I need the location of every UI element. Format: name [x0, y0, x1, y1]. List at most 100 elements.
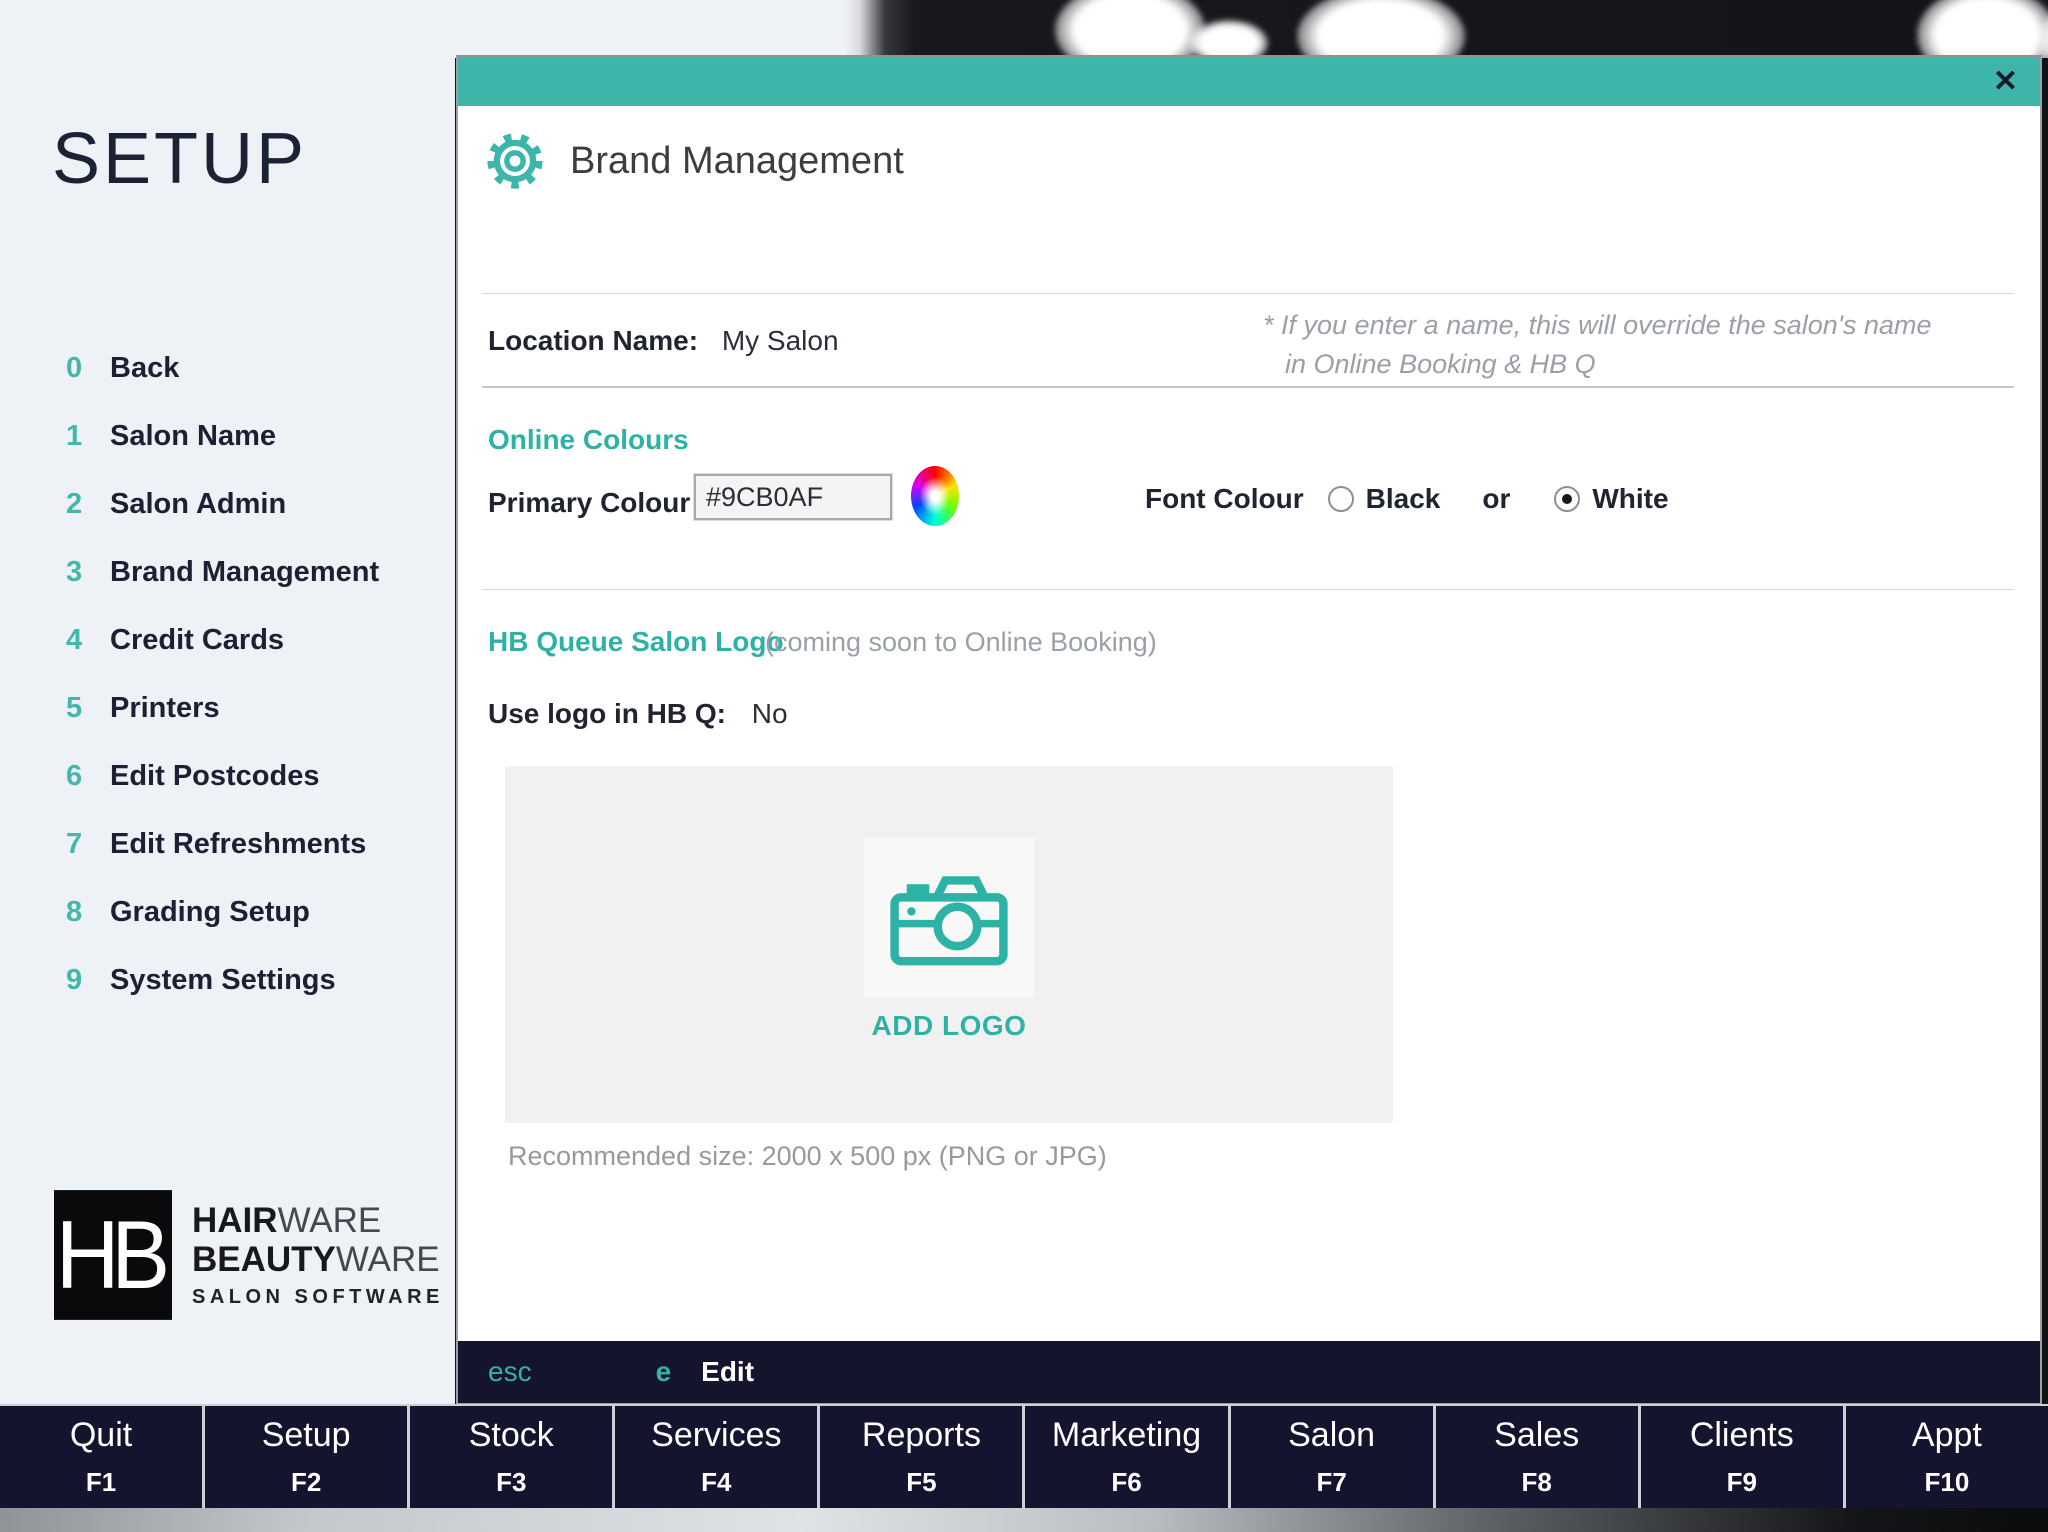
dialog-body: Brand Management Location Name: My Salon…	[458, 106, 2040, 1341]
font-colour-black-radio[interactable]	[1328, 486, 1354, 512]
menu-item-number: 3	[66, 556, 110, 589]
menu-item-number: 1	[66, 420, 110, 453]
colour-wheel-icon[interactable]	[911, 466, 959, 526]
menu-item-number: 4	[66, 624, 110, 657]
taskbar-button-label: Services	[651, 1416, 781, 1455]
primary-colour-hex-input[interactable]	[694, 474, 892, 520]
camera-icon	[888, 868, 1010, 968]
edit-action-label[interactable]: Edit	[701, 1356, 754, 1388]
taskbar-button-label: Salon	[1288, 1416, 1375, 1455]
menu-item-label: Brand Management	[110, 556, 379, 589]
function-key-taskbar: Quit F1 Setup F2 Stock F3 Services F4 Re…	[0, 1404, 2048, 1508]
menu-item-label: Salon Name	[110, 420, 276, 453]
menu-item-label: Printers	[110, 692, 220, 725]
taskbar-button-label: Marketing	[1052, 1416, 1201, 1455]
override-note: * If you enter a name, this will overrid…	[1263, 306, 1932, 384]
override-note-line2: in Online Booking & HB Q	[1285, 345, 1932, 384]
taskbar-button-key: F3	[496, 1467, 526, 1498]
taskbar-button-label: Appt	[1912, 1416, 1982, 1455]
sidebar-menu-item[interactable]: 4 Credit Cards	[66, 624, 379, 692]
towel-image	[1917, 0, 2048, 58]
taskbar-button-key: F2	[291, 1467, 321, 1498]
taskbar-button-label: Setup	[262, 1416, 351, 1455]
taskbar-button[interactable]: Services F4	[615, 1406, 817, 1508]
divider	[482, 386, 2014, 388]
sidebar-menu-item[interactable]: 3 Brand Management	[66, 556, 379, 624]
taskbar-button[interactable]: Salon F7	[1231, 1406, 1433, 1508]
esc-key-hint[interactable]: esc	[488, 1356, 532, 1388]
taskbar-button[interactable]: Clients F9	[1641, 1406, 1843, 1508]
menu-item-number: 2	[66, 488, 110, 521]
menu-item-number: 8	[66, 896, 110, 929]
taskbar-button-label: Quit	[70, 1416, 132, 1455]
coming-soon-note: (coming soon to Online Booking)	[765, 627, 1157, 658]
recommended-size-note: Recommended size: 2000 x 500 px (PNG or …	[508, 1141, 1107, 1172]
camera-icon-halo	[864, 838, 1034, 998]
or-label: or	[1482, 483, 1510, 515]
taskbar-button[interactable]: Marketing F6	[1025, 1406, 1227, 1508]
taskbar-button-key: F7	[1316, 1467, 1346, 1498]
taskbar-button[interactable]: Setup F2	[205, 1406, 407, 1508]
font-colour-label: Font Colour	[1145, 483, 1304, 515]
add-logo-label: ADD LOGO	[872, 1010, 1027, 1042]
sidebar-menu-item[interactable]: 8 Grading Setup	[66, 896, 379, 964]
gear-icon	[486, 132, 544, 190]
taskbar-button[interactable]: Quit F1	[0, 1406, 202, 1508]
override-note-line1: * If you enter a name, this will overrid…	[1263, 306, 1932, 345]
use-logo-label: Use logo in HB Q:	[488, 698, 726, 729]
menu-item-number: 0	[66, 352, 110, 385]
taskbar-button[interactable]: Stock F3	[410, 1406, 612, 1508]
use-logo-row: Use logo in HB Q: No	[488, 698, 788, 730]
font-colour-black-label[interactable]: Black	[1366, 483, 1441, 515]
setup-menu: 0 Back 1 Salon Name 2 Salon Admin 3 Bran…	[66, 352, 379, 1032]
add-logo-dropzone[interactable]: ADD LOGO	[505, 766, 1393, 1123]
taskbar-button-label: Reports	[862, 1416, 981, 1455]
sidebar-menu-item[interactable]: 5 Printers	[66, 692, 379, 760]
menu-item-label: Edit Postcodes	[110, 760, 320, 793]
font-colour-row: Font Colour Black or White	[1145, 483, 1669, 515]
brand-text: HAIRWARE BEAUTYWARE SALON SOFTWARE	[192, 1201, 444, 1309]
font-colour-white-label[interactable]: White	[1592, 483, 1668, 515]
taskbar-button-key: F9	[1727, 1467, 1757, 1498]
sidebar-menu-item[interactable]: 9 System Settings	[66, 964, 379, 1032]
towel-image	[1190, 20, 1268, 58]
taskbar-button-label: Sales	[1494, 1416, 1579, 1455]
divider	[482, 589, 2014, 590]
taskbar-button[interactable]: Appt F10	[1846, 1406, 2048, 1508]
menu-item-label: Credit Cards	[110, 624, 284, 657]
dialog-footer-bar: esc e Edit	[458, 1341, 2040, 1403]
taskbar-button-label: Clients	[1690, 1416, 1794, 1455]
taskbar-button-key: F5	[906, 1467, 936, 1498]
edit-key-hint[interactable]: e	[656, 1356, 672, 1388]
towel-image	[1055, 0, 1205, 58]
taskbar-button[interactable]: Reports F5	[820, 1406, 1022, 1508]
menu-item-number: 7	[66, 828, 110, 861]
dialog-titlebar: ✕	[458, 58, 2040, 106]
menu-item-label: Back	[110, 352, 179, 385]
sidebar-menu-item[interactable]: 0 Back	[66, 352, 379, 420]
taskbar-button-key: F6	[1111, 1467, 1141, 1498]
menu-item-number: 9	[66, 964, 110, 997]
sidebar-menu-item[interactable]: 2 Salon Admin	[66, 488, 379, 556]
sidebar-menu-item[interactable]: 7 Edit Refreshments	[66, 828, 379, 896]
taskbar-button-key: F4	[701, 1467, 731, 1498]
font-colour-white-radio[interactable]	[1554, 486, 1580, 512]
taskbar-button[interactable]: Sales F8	[1436, 1406, 1638, 1508]
online-colours-heading: Online Colours	[488, 424, 689, 456]
menu-item-label: Grading Setup	[110, 896, 310, 929]
taskbar-button-key: F10	[1924, 1467, 1969, 1498]
menu-item-number: 6	[66, 760, 110, 793]
top-photo-strip	[455, 0, 2048, 58]
close-icon[interactable]: ✕	[1993, 67, 2018, 97]
use-logo-value: No	[752, 698, 788, 729]
menu-item-label: Edit Refreshments	[110, 828, 366, 861]
hairware-beautyware-logo: HB HAIRWARE BEAUTYWARE SALON SOFTWARE	[54, 1196, 444, 1314]
divider	[482, 293, 2014, 294]
menu-item-number: 5	[66, 692, 110, 725]
menu-item-label: Salon Admin	[110, 488, 286, 521]
sidebar-menu-item[interactable]: 1 Salon Name	[66, 420, 379, 488]
hbq-salon-logo-heading: HB Queue Salon Logo	[488, 626, 784, 658]
sidebar-menu-item[interactable]: 6 Edit Postcodes	[66, 760, 379, 828]
brand-line-2: BEAUTYWARE	[192, 1240, 444, 1279]
hb-logo-mark: HB	[54, 1190, 172, 1320]
